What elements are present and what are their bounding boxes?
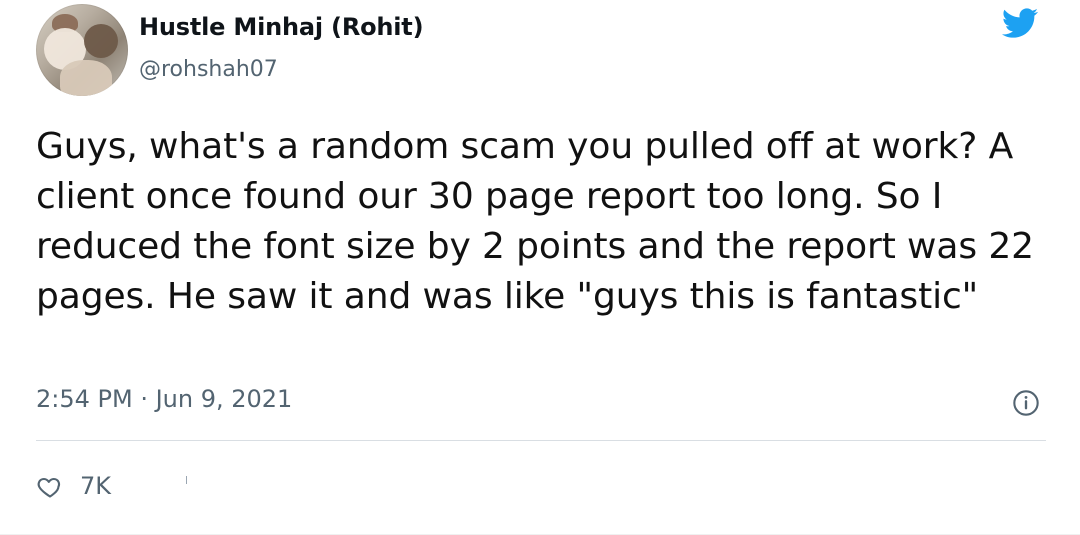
engagement-separator — [186, 476, 187, 484]
heart-icon[interactable] — [36, 472, 64, 500]
author-name[interactable]: Hustle Minhaj (Rohit) — [139, 15, 424, 39]
like-action[interactable]: 7K — [36, 470, 111, 502]
like-count: 7K — [80, 472, 112, 500]
twitter-bird-icon[interactable] — [998, 5, 1042, 41]
tweet-header: Hustle Minhaj (Rohit) @rohshah07 — [36, 0, 1080, 110]
avatar[interactable] — [36, 4, 128, 96]
divider — [36, 440, 1046, 441]
tweet-text: Guys, what's a random scam you pulled of… — [36, 126, 1034, 317]
tweet-card: Hustle Minhaj (Rohit) @rohshah07 Guys, w… — [0, 0, 1080, 535]
avatar-shape — [84, 24, 118, 58]
tweet-timestamp[interactable]: 2:54 PM · Jun 9, 2021 — [36, 387, 292, 411]
author-handle[interactable]: @rohshah07 — [139, 59, 278, 81]
avatar-shape — [60, 60, 112, 96]
info-icon[interactable] — [1012, 389, 1040, 417]
